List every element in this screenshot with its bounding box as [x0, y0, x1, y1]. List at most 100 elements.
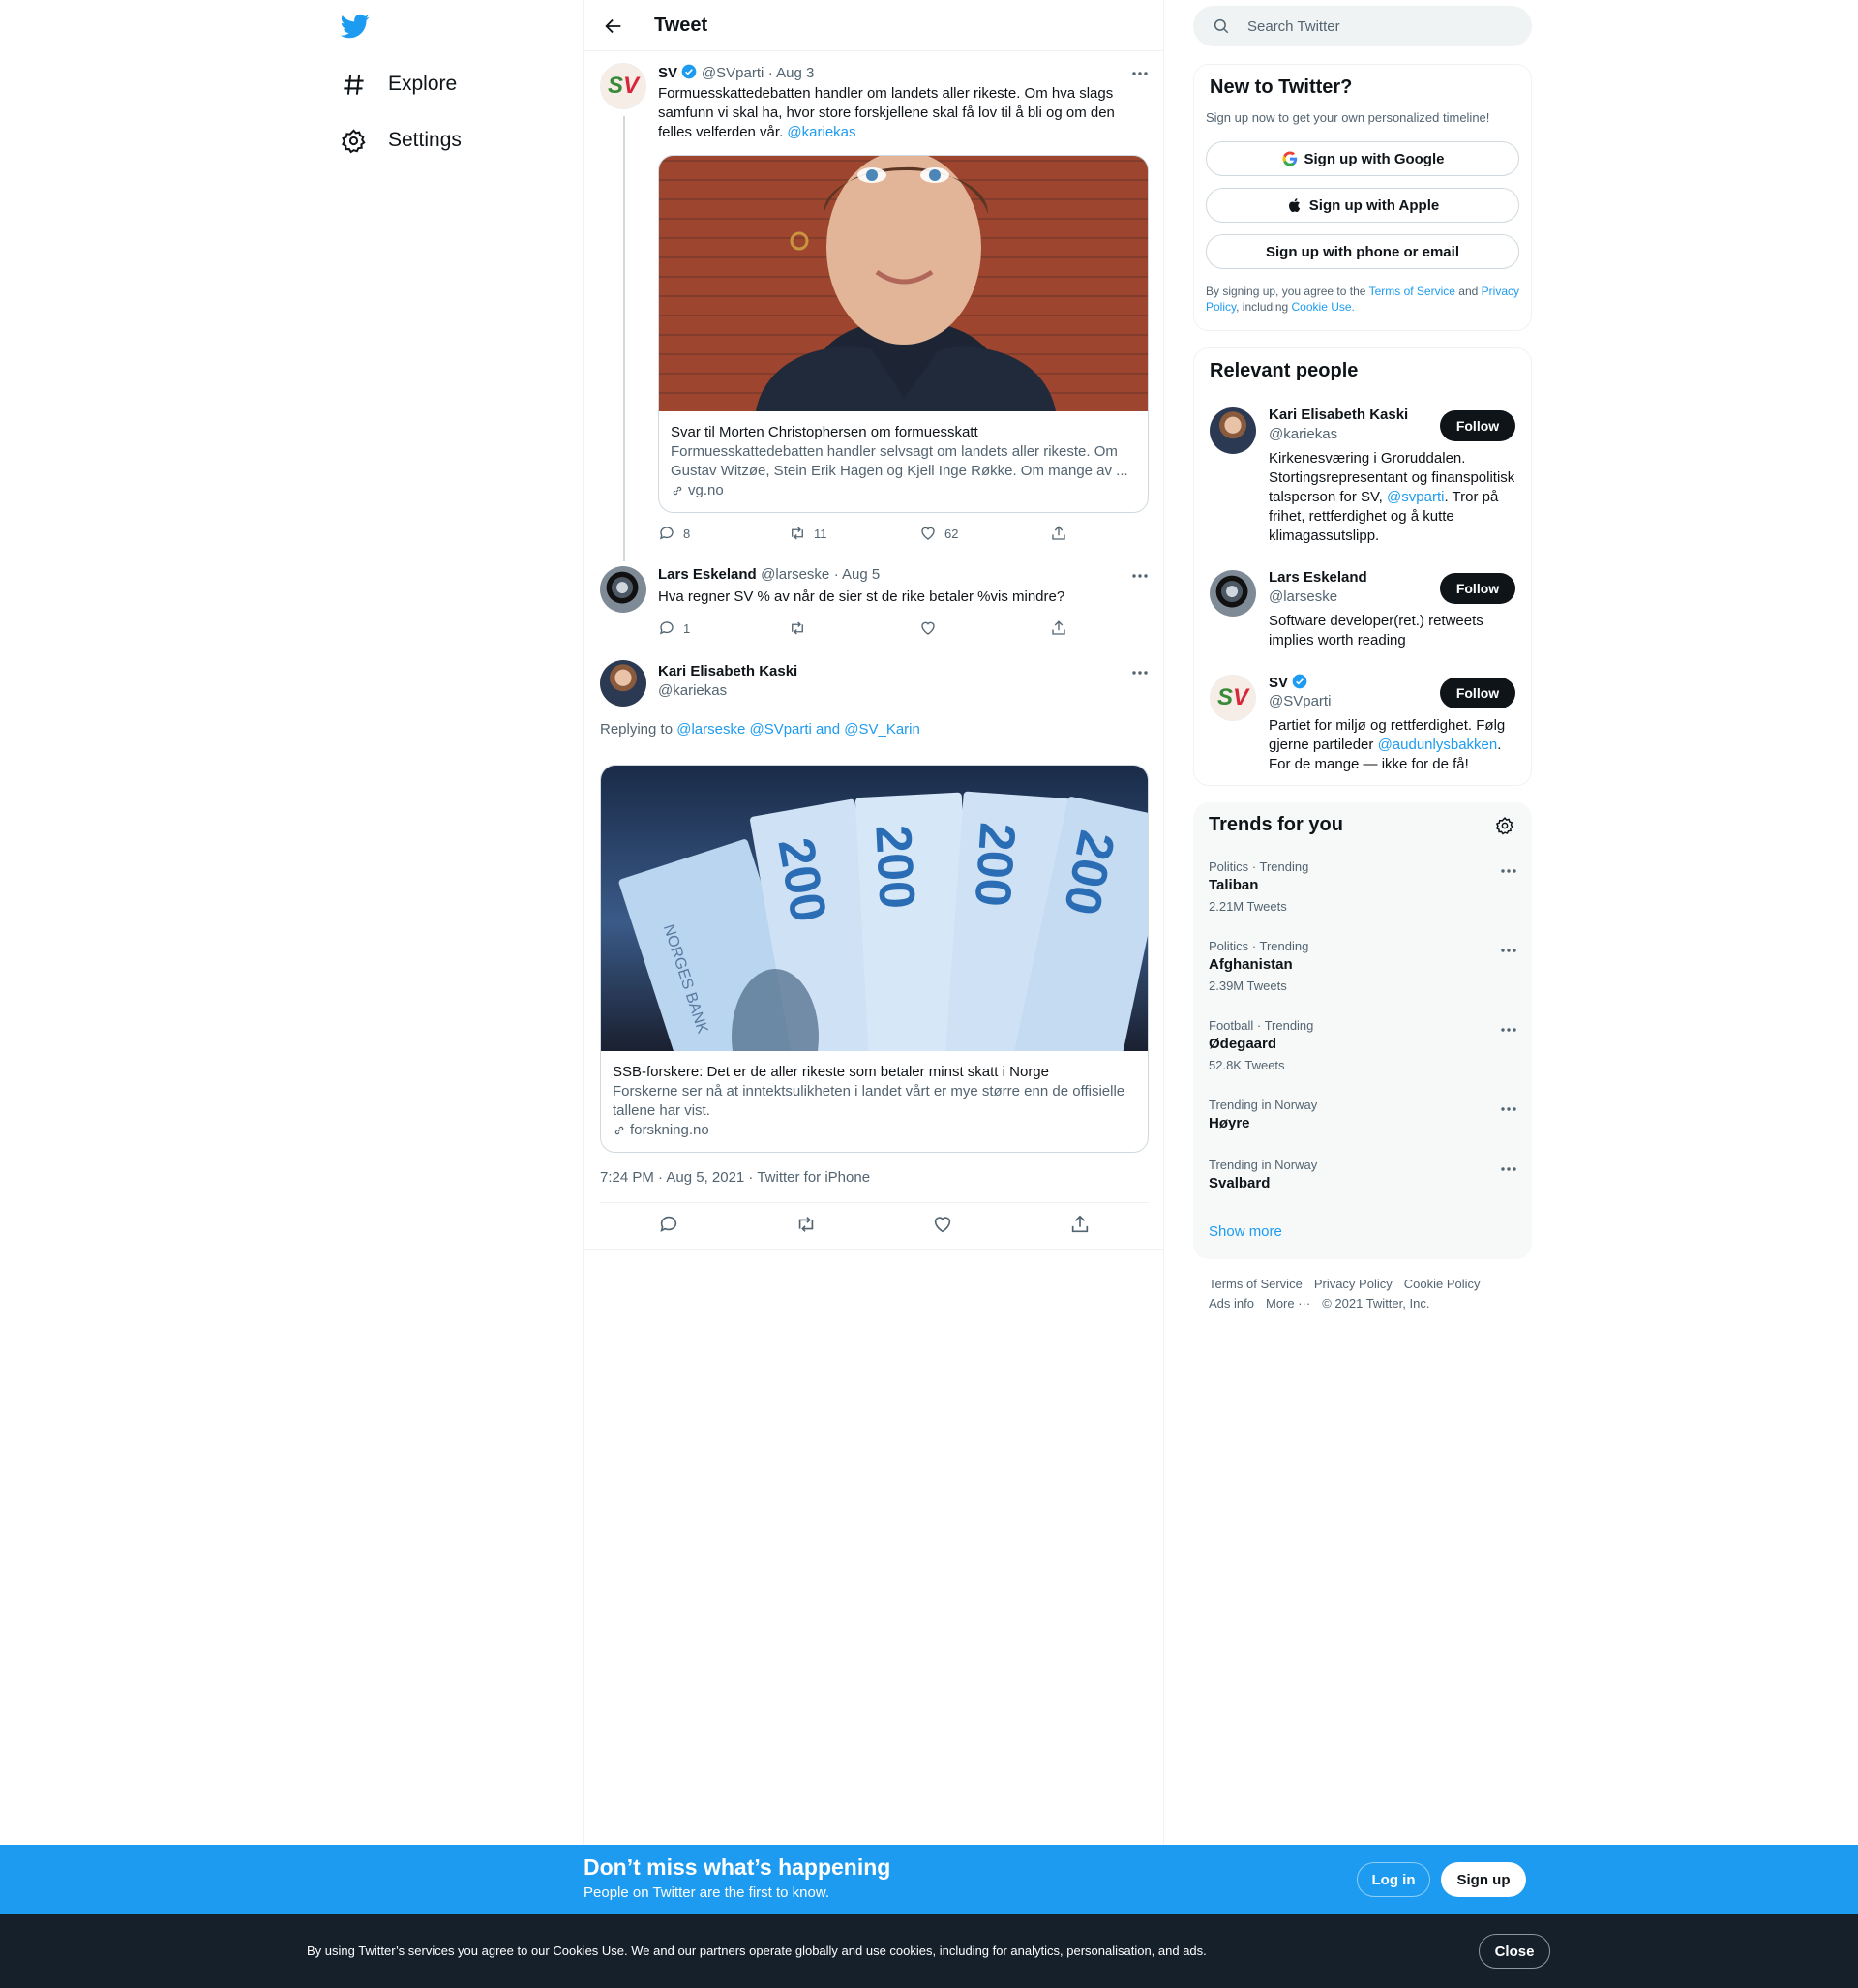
banknote-value-2: 200 [864, 824, 924, 911]
follow-button[interactable]: Follow [1440, 410, 1515, 441]
tweet-text: Formuesskattedebatten handler om landets… [658, 85, 1115, 140]
verified-badge-icon [1292, 674, 1307, 691]
more-options-icon[interactable] [1499, 1099, 1518, 1119]
trend-item[interactable]: Trending in Norway Høyre [1193, 1098, 1532, 1156]
sv-avatar[interactable]: SV [1210, 675, 1256, 721]
sv-avatar[interactable]: SV [600, 63, 646, 109]
share-button[interactable] [1050, 525, 1181, 542]
link-icon [613, 1124, 626, 1137]
show-more-link[interactable]: Show more [1209, 1223, 1282, 1240]
gear-icon [341, 128, 367, 154]
twitter-logo-icon[interactable] [341, 12, 370, 41]
lars-avatar[interactable] [1210, 570, 1256, 617]
signup-button[interactable]: Sign up [1441, 1862, 1526, 1897]
share-icon[interactable] [1069, 1214, 1091, 1235]
retweet-button[interactable] [789, 619, 919, 637]
signup-google-button[interactable]: Sign up with Google [1206, 141, 1519, 176]
retweet-icon[interactable] [795, 1214, 817, 1235]
retweet-button[interactable]: 11 [789, 525, 919, 542]
mention-link[interactable]: @kariekas [787, 124, 855, 140]
more-options-icon[interactable] [1130, 566, 1150, 586]
person-name[interactable]: SV [1269, 675, 1288, 691]
search-box[interactable] [1193, 6, 1532, 46]
footer-terms-link[interactable]: Terms of Service [1209, 1277, 1303, 1291]
tweet-text: Hva regner SV % av når de sier st de rik… [658, 588, 1065, 605]
footer-ads-link[interactable]: Ads info [1209, 1296, 1254, 1310]
person-handle[interactable]: @larseske [1269, 588, 1337, 605]
footer-privacy-link[interactable]: Privacy Policy [1314, 1277, 1393, 1291]
terms-link[interactable]: Terms of Service [1369, 285, 1455, 298]
person-handle[interactable]: @SVparti [1269, 693, 1331, 709]
trend-name: Taliban [1209, 877, 1259, 893]
trend-item[interactable]: Football · Trending Ødegaard 52.8K Tweet… [1193, 1018, 1532, 1096]
left-navigation: Explore Settings [329, 0, 581, 1845]
nav-settings-label: Settings [388, 129, 462, 151]
login-button[interactable]: Log in [1357, 1862, 1430, 1897]
search-icon [1213, 17, 1230, 35]
tweet-header: Lars Eskeland @larseske · Aug 5 [658, 566, 880, 584]
person-name[interactable]: Lars Eskeland [1269, 569, 1367, 586]
kari-avatar[interactable] [600, 660, 646, 707]
like-count: 62 [944, 526, 959, 541]
tweet-date[interactable]: · Aug 3 [768, 65, 815, 81]
author-handle[interactable]: @SVparti [702, 65, 764, 81]
follow-button[interactable]: Follow [1440, 573, 1515, 604]
share-button[interactable] [1050, 619, 1181, 637]
trend-item[interactable]: Trending in Norway Svalbard [1193, 1158, 1532, 1216]
like-button[interactable]: 62 [919, 525, 1050, 542]
nav-explore[interactable]: Explore [341, 63, 457, 105]
signup-apple-button[interactable]: Sign up with Apple [1206, 188, 1519, 223]
more-options-icon[interactable] [1499, 941, 1518, 960]
cookie-use-link[interactable]: Cookie Use. [1292, 300, 1355, 314]
reply-icon [658, 525, 675, 542]
hashtag-icon [341, 72, 367, 98]
cookie-close-button[interactable]: Close [1479, 1934, 1550, 1969]
person-name[interactable]: Kari Elisabeth Kaski [1269, 407, 1408, 423]
more-options-icon[interactable] [1499, 861, 1518, 881]
footer-more-link[interactable]: More ··· [1266, 1296, 1310, 1310]
author-name[interactable]: SV [658, 65, 677, 81]
bio-mention[interactable]: @svparti [1387, 489, 1444, 505]
author-handle[interactable]: @larseske [761, 566, 829, 583]
signup-panel: New to Twitter? Sign up now to get your … [1193, 64, 1532, 331]
more-options-icon[interactable] [1499, 1020, 1518, 1039]
heart-icon[interactable] [932, 1214, 953, 1235]
retweet-icon [789, 525, 806, 542]
author-handle[interactable]: @kariekas [658, 682, 727, 699]
tweet-timestamp[interactable]: 7:24 PM · Aug 5, 2021 · Twitter for iPho… [600, 1169, 870, 1186]
footer-cookie-link[interactable]: Cookie Policy [1404, 1277, 1481, 1291]
trend-count: 52.8K Tweets [1209, 1058, 1285, 1072]
author-name[interactable]: Kari Elisabeth Kaski [658, 663, 797, 679]
tweet-actions: 8 11 62 [658, 525, 1181, 542]
trend-item[interactable]: Politics · Trending Afghanistan 2.39M Tw… [1193, 939, 1532, 1016]
more-options-icon[interactable] [1130, 663, 1150, 682]
tweet-date[interactable]: · Aug 5 [834, 566, 881, 583]
replying-to-users[interactable]: @larseske @SVparti and @SV_Karin [676, 721, 920, 738]
kari-avatar[interactable] [1210, 407, 1256, 454]
card-domain-row: forskning.no [613, 1121, 1136, 1140]
legal-text: By signing up, you agree to the [1206, 285, 1366, 298]
like-button[interactable] [919, 619, 1050, 637]
link-card[interactable]: NORGES BANK 200 200 200 200 SSB-forskere… [600, 765, 1149, 1153]
link-card[interactable]: Svar til Morten Christophersen om formue… [658, 155, 1149, 513]
nav-settings[interactable]: Settings [341, 119, 462, 162]
relevant-people-title: Relevant people [1210, 360, 1359, 381]
more-options-icon[interactable] [1130, 64, 1150, 83]
person-handle[interactable]: @kariekas [1269, 426, 1337, 442]
person-bio: Kirkenesværing i Groruddalen. Stortingsr… [1269, 449, 1520, 546]
reply-icon[interactable] [658, 1214, 679, 1235]
more-options-icon[interactable] [1499, 1160, 1518, 1179]
reply-button[interactable]: 1 [658, 619, 789, 637]
back-arrow-icon[interactable] [603, 15, 624, 37]
card-image [659, 156, 1148, 411]
trends-settings-gear-icon[interactable] [1495, 816, 1514, 835]
lars-avatar[interactable] [600, 566, 646, 613]
follow-button[interactable]: Follow [1440, 678, 1515, 708]
author-name[interactable]: Lars Eskeland [658, 566, 757, 583]
search-input[interactable] [1247, 6, 1518, 46]
signup-phone-button[interactable]: Sign up with phone or email [1206, 234, 1519, 269]
reply-button[interactable]: 8 [658, 525, 789, 542]
bio-mention[interactable]: @audunlysbakken [1378, 737, 1498, 753]
trend-item[interactable]: Politics · Trending Taliban 2.21M Tweets [1193, 859, 1532, 937]
share-icon [1050, 525, 1067, 542]
